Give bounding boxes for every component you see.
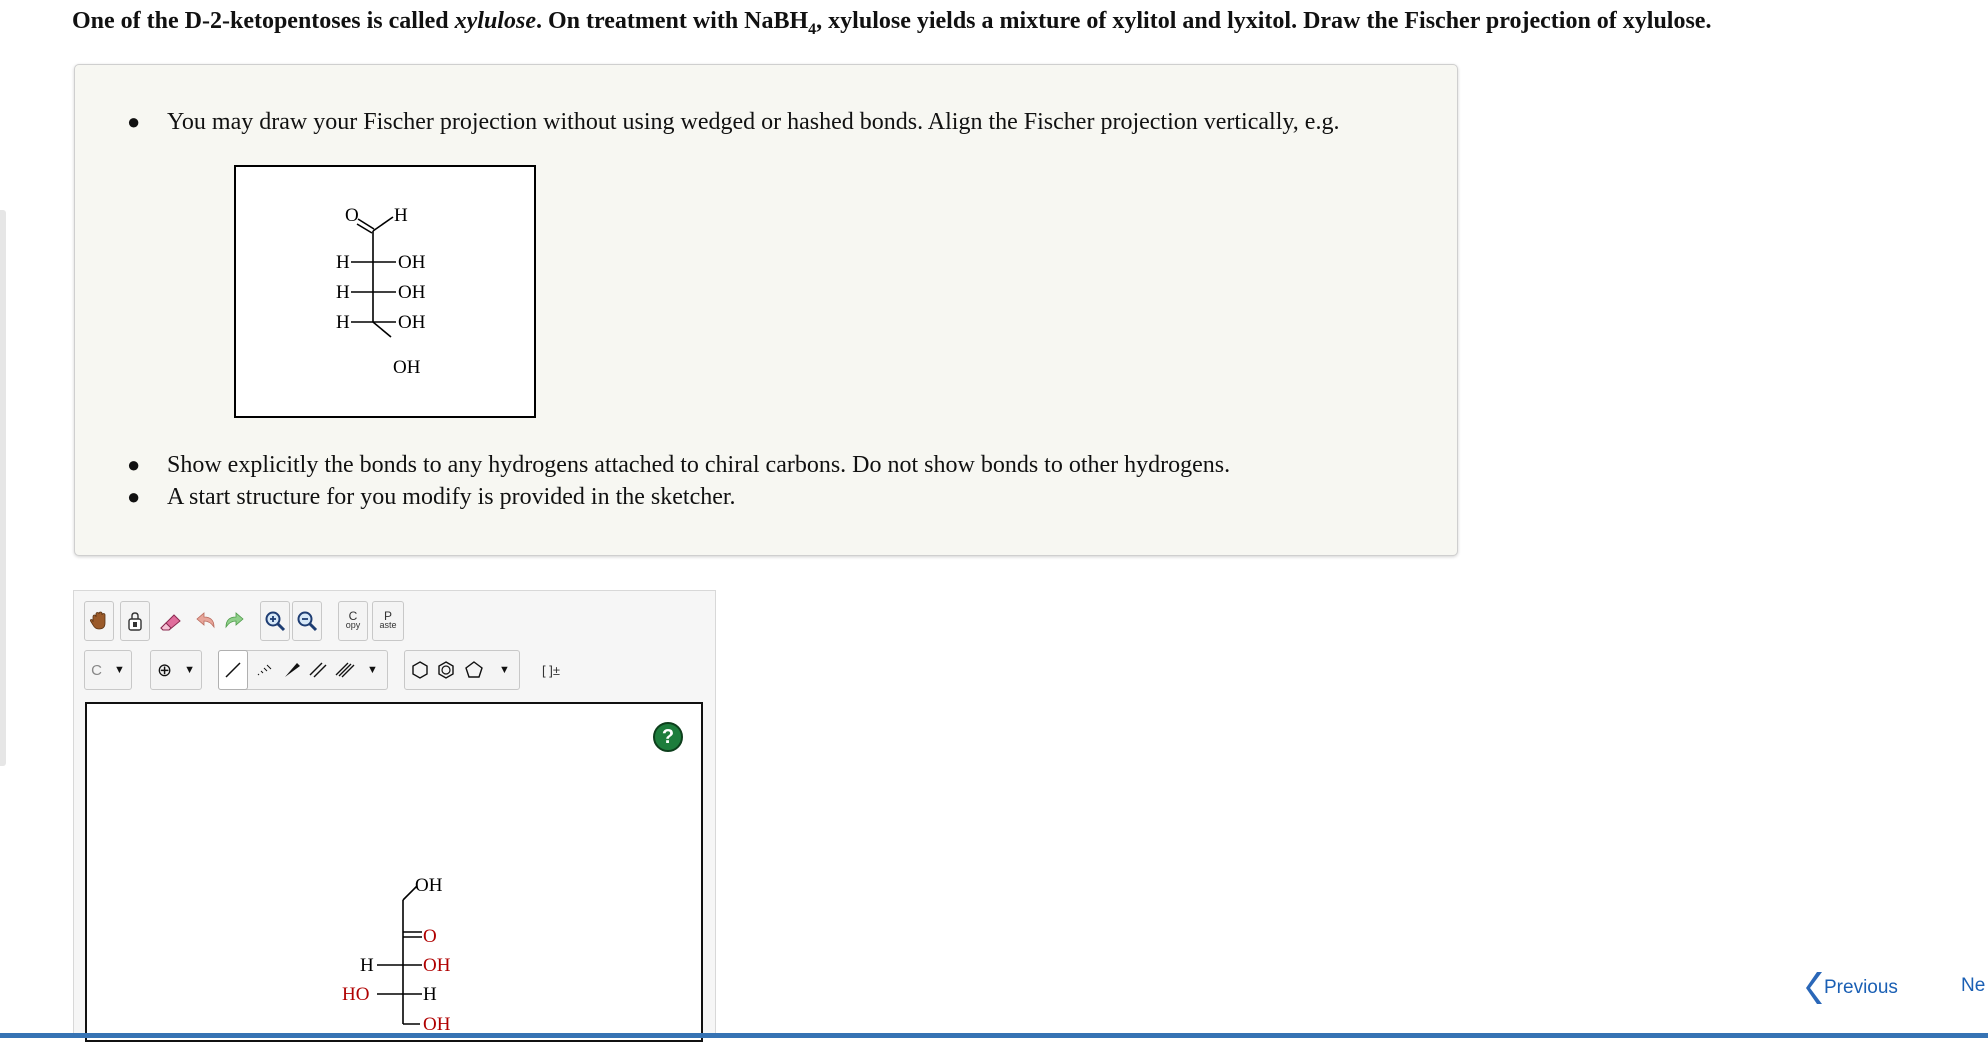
eraser-icon — [160, 614, 181, 631]
dropdown-arrow-icon: ▼ — [367, 664, 378, 676]
single-bond-button[interactable] — [218, 650, 248, 690]
dropdown-arrow-icon: ▼ — [499, 664, 510, 676]
next-label: Ne — [1961, 975, 1986, 996]
copy-button[interactable]: C opy — [338, 601, 368, 641]
zoom-out-button[interactable] — [292, 601, 322, 641]
start-top-oh-label: OH — [415, 875, 443, 896]
example-row3-left: H — [336, 312, 350, 333]
drawing-canvas[interactable]: ? OH O H OH HO H OH — [85, 702, 703, 1042]
dropdown-arrow-icon: ▼ — [184, 664, 195, 676]
example-top-h-label: H — [394, 205, 408, 226]
start-row1-right: OH — [423, 955, 451, 976]
wedge-bond-button[interactable] — [279, 651, 305, 689]
start-row1-left: H — [360, 955, 374, 976]
instruction-bullet-2: ● Show explicitly the bonds to any hydrog… — [127, 450, 1230, 480]
charge-select[interactable]: ⊕ ▼ — [150, 650, 202, 690]
example-row1-left: H — [336, 252, 350, 273]
zoom-out-icon — [297, 611, 318, 632]
compound-name: xylulose — [454, 8, 536, 34]
zoom-in-button[interactable] — [260, 601, 290, 641]
triple-bond-button[interactable] — [331, 651, 359, 689]
copy-label-bottom: opy — [345, 620, 361, 630]
instruction-bullet-3: ● A start structure for you modify is pro… — [127, 482, 736, 512]
instruction-text-2: Show explicitly the bonds to any hydroge… — [167, 452, 1231, 478]
ring-tool-group: ▼ — [404, 650, 520, 690]
example-row1-right: OH — [398, 252, 426, 273]
bracket-label: [ ]± — [542, 662, 560, 678]
eraser-button[interactable] — [156, 601, 186, 641]
previous-label: Previous — [1824, 977, 1898, 998]
hexagon-icon — [412, 661, 428, 679]
example-row2-right: OH — [398, 282, 426, 303]
single-bond-icon — [225, 662, 241, 678]
lock-bottle-icon — [128, 612, 142, 631]
instruction-text-1: You may draw your Fischer projection wit… — [167, 109, 1340, 135]
left-edge-tab — [0, 210, 6, 766]
instruction-text-3: A start structure for you modify is prov… — [167, 484, 736, 510]
start-bottom-oh-label: OH — [423, 1014, 451, 1035]
bracket-charge-button[interactable]: [ ]± — [534, 650, 568, 690]
benzene-icon — [438, 661, 454, 679]
previous-link[interactable]: Previous — [1806, 970, 1898, 1006]
paste-label-bottom: aste — [379, 620, 397, 630]
double-bond-button[interactable] — [305, 651, 331, 689]
plus-charge-icon: ⊕ — [157, 659, 173, 680]
example-bottom-label: OH — [393, 357, 421, 378]
element-label: C — [91, 661, 102, 679]
start-row2-left: HO — [342, 984, 369, 1005]
element-select[interactable]: C ▼ — [84, 650, 132, 690]
example-top-o-label: O — [345, 205, 359, 226]
bond-tool-group: ▼ — [218, 650, 388, 690]
question-part-2: . On treatment with NaBH — [535, 8, 809, 34]
hand-tool-button[interactable] — [84, 601, 114, 641]
question-text: One of the D-2-ketopentoses is called xy… — [72, 6, 1972, 45]
start-structure-svg: OH O H OH HO H OH — [342, 875, 451, 1035]
start-row2-right: H — [423, 984, 437, 1005]
question-part-3: , xylulose yields a mixture of xylitol a… — [816, 8, 1712, 34]
structure-sketcher: C opy P aste C ▼ ⊕ ▼ ▼ ▼ []± ? OH O H O… — [73, 590, 716, 1042]
example-row2-left: H — [336, 282, 350, 303]
hand-icon — [89, 611, 106, 630]
bullet-dot: ● — [127, 452, 141, 477]
cyclopentane-button[interactable] — [461, 651, 487, 689]
redo-button[interactable] — [220, 601, 248, 641]
example-row3-right: OH — [398, 312, 426, 333]
redo-icon — [225, 612, 244, 629]
undo-icon — [196, 612, 215, 629]
bullet-dot: ● — [127, 484, 141, 509]
example-fischer-projection: O H H OH H OH H OH OH — [234, 165, 536, 418]
question-part-1: One of the D-2-ketopentoses is called — [72, 8, 455, 34]
question-subscript: 4 — [808, 20, 817, 38]
instruction-bullet-1: ● You may draw your Fischer projection wi… — [127, 107, 1339, 137]
triple-bond-icon — [335, 662, 355, 678]
next-link[interactable]: Ne — [1961, 975, 1985, 997]
start-carbonyl-label: O — [423, 926, 437, 947]
bottom-bar — [0, 1033, 1988, 1038]
undo-button[interactable] — [192, 601, 220, 641]
bullet-dot: ● — [127, 109, 141, 134]
double-bond-icon — [309, 662, 327, 678]
hashed-bond-button[interactable] — [251, 651, 277, 689]
hashed-bond-icon — [257, 664, 272, 676]
paste-button[interactable]: P aste — [372, 601, 404, 641]
zoom-in-icon — [265, 611, 286, 632]
example-fischer-svg: O H H OH H OH H OH OH — [336, 205, 426, 378]
benzene-button[interactable] — [433, 651, 459, 689]
pentagon-icon — [465, 661, 483, 678]
chevron-left-icon — [1806, 972, 1822, 1004]
cyclohexane-button[interactable] — [407, 651, 433, 689]
instructions-panel: ● You may draw your Fischer projection wi… — [74, 64, 1458, 556]
wedge-bond-icon — [285, 663, 300, 677]
clear-canvas-button[interactable] — [120, 601, 150, 641]
dropdown-arrow-icon: ▼ — [114, 664, 125, 676]
